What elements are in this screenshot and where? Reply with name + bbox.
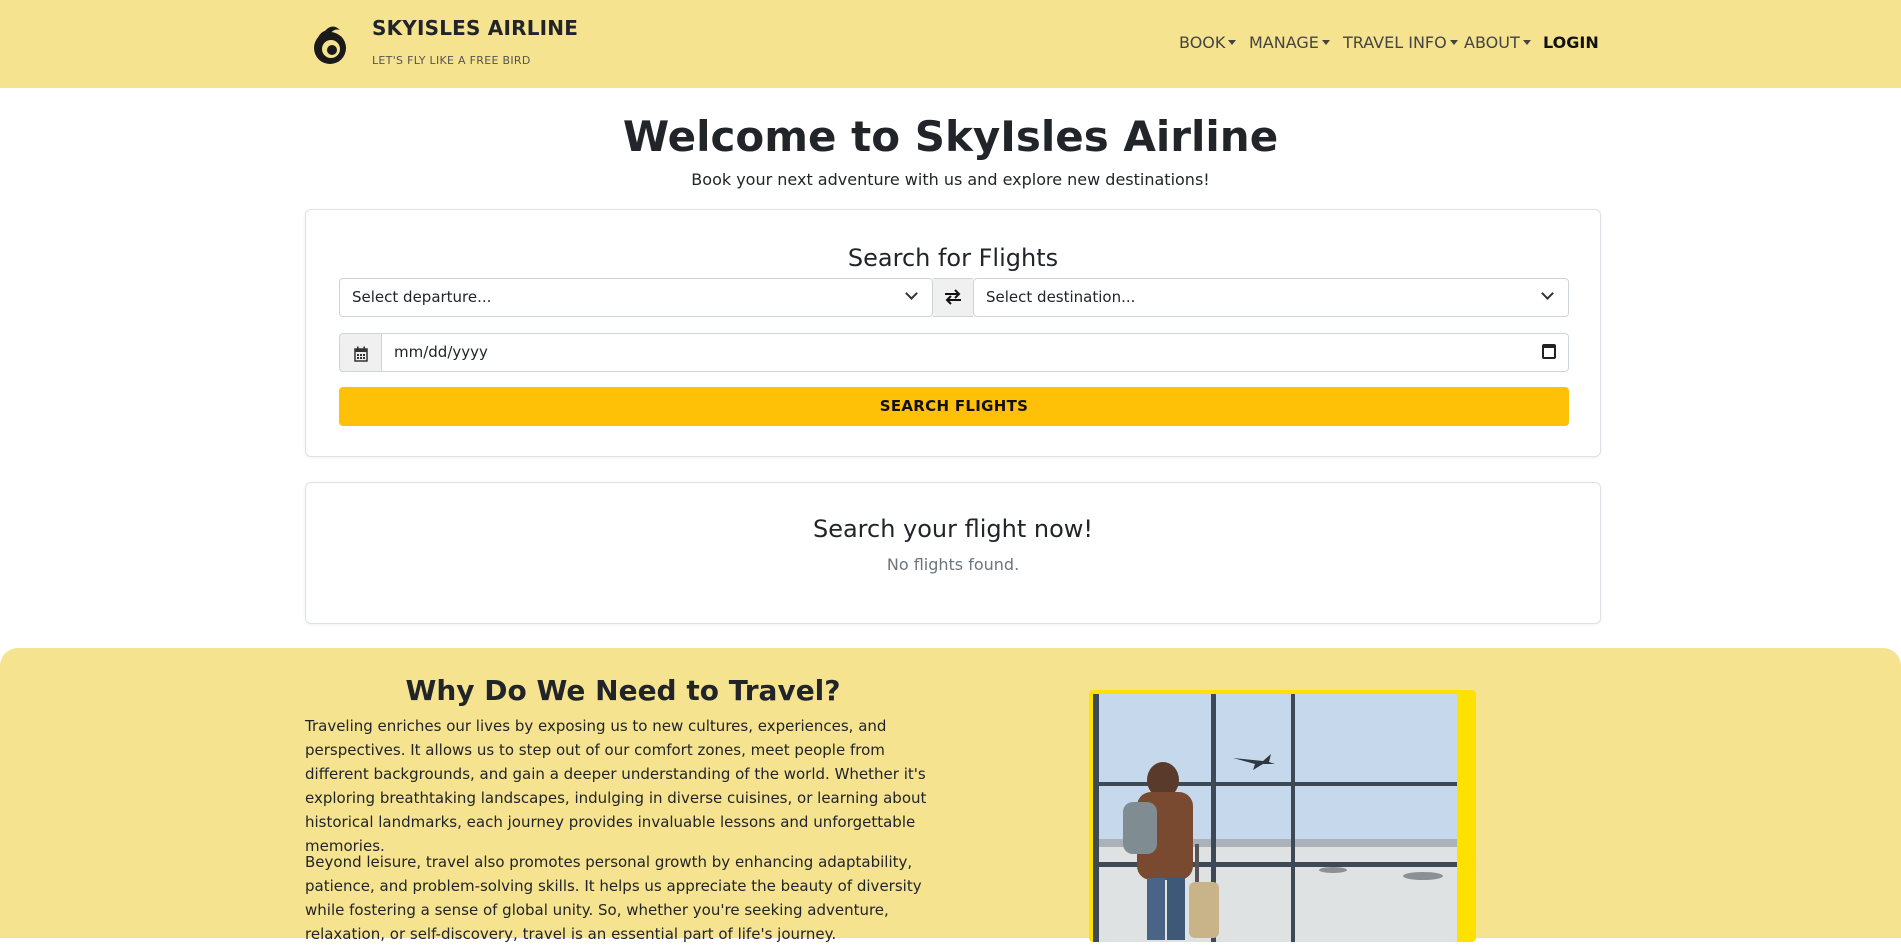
flight-results-card: Search your flight now! No flights found… <box>305 482 1601 624</box>
destination-select[interactable]: Select destination... <box>973 278 1569 317</box>
search-title: Search for Flights <box>847 244 1059 272</box>
why-paragraph-2: Beyond leisure, travel also promotes per… <box>305 853 922 943</box>
why-paragraph-1: Traveling enriches our lives by exposing… <box>305 717 927 855</box>
caret-down-icon <box>1321 40 1330 45</box>
flight-search-card: Search for Flights Select departure... S… <box>305 209 1601 457</box>
nav-travel-info-dropdown[interactable]: TRAVEL INFO <box>1343 33 1458 52</box>
brand-tagline: LET'S FLY LIKE A FREE BIRD <box>372 54 531 67</box>
search-flights-button[interactable]: SEARCH FLIGHTS <box>339 387 1569 426</box>
departure-date-input[interactable]: mm/dd/yyyy <box>381 333 1569 372</box>
why-travel-section: Why Do We Need to Travel? Traveling enri… <box>0 648 1901 943</box>
caret-down-icon <box>1228 40 1237 45</box>
swap-arrows-icon <box>945 289 961 305</box>
traveler-photo-frame <box>1089 690 1476 942</box>
results-title: Search your flight now! <box>812 515 1094 543</box>
caret-down-icon <box>1449 40 1458 45</box>
calendar-addon <box>339 333 381 372</box>
departure-placeholder: Select departure... <box>352 288 492 306</box>
results-message: No flights found. <box>886 555 1020 574</box>
traveler-airport-image <box>1093 694 1457 942</box>
why-title: Why Do We Need to Travel? <box>405 674 841 707</box>
traveler-illustration <box>1093 694 1457 942</box>
brand-name[interactable]: SKYISLES AIRLINE <box>372 16 578 40</box>
navbar: SKYISLES AIRLINE LET'S FLY LIKE A FREE B… <box>0 0 1901 88</box>
departure-select[interactable]: Select departure... <box>339 278 933 317</box>
nav-manage-dropdown[interactable]: MANAGE <box>1249 33 1330 52</box>
nav-about-dropdown[interactable]: ABOUT <box>1464 33 1531 52</box>
swap-locations-button[interactable] <box>933 278 973 317</box>
chevron-down-icon <box>905 287 918 300</box>
nav-manage-label: MANAGE <box>1249 33 1319 52</box>
destination-placeholder: Select destination... <box>986 288 1136 306</box>
nav-book-label: BOOK <box>1179 33 1226 52</box>
date-placeholder: mm/dd/yyyy <box>394 343 488 361</box>
nav-travel-info-label: TRAVEL INFO <box>1343 33 1447 52</box>
calendar-icon <box>354 346 368 362</box>
chevron-down-icon <box>1541 287 1554 300</box>
nav-login-link[interactable]: LOGIN <box>1543 33 1599 52</box>
nav-book-dropdown[interactable]: BOOK <box>1179 33 1237 52</box>
caret-down-icon <box>1522 40 1531 45</box>
hero-subtitle: Book your next adventure with us and exp… <box>691 170 1210 189</box>
bird-swirl-logo-icon[interactable] <box>310 22 350 66</box>
date-picker-icon[interactable] <box>1542 344 1556 359</box>
nav-about-label: ABOUT <box>1464 33 1520 52</box>
hero-title: Welcome to SkyIsles Airline <box>622 112 1279 161</box>
